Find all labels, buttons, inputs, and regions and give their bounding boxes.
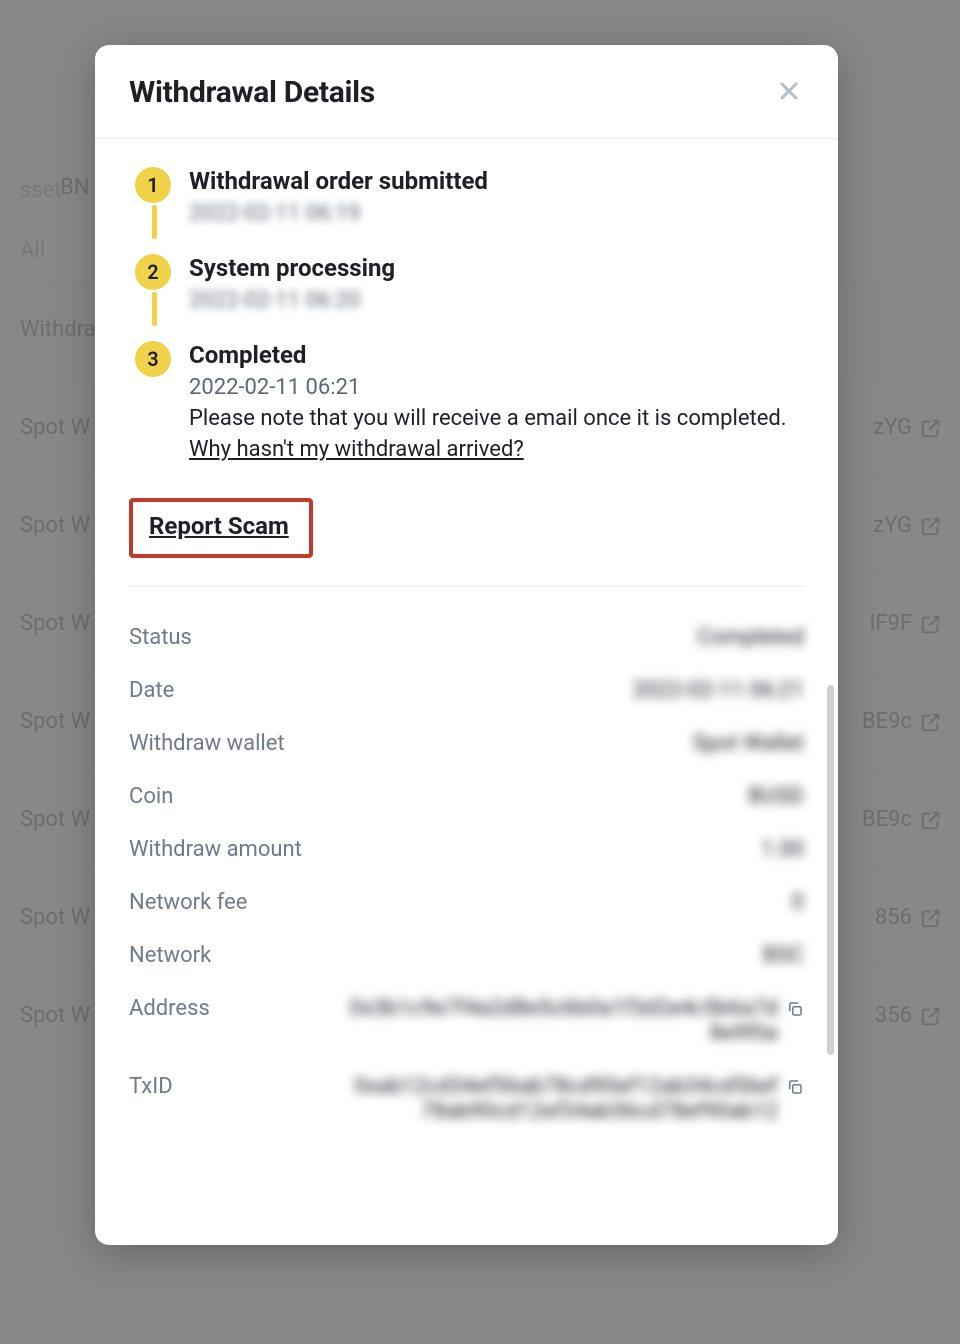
step-badge: 2	[135, 254, 171, 290]
detail-date: Date 2022-02-11 06:21	[129, 664, 804, 717]
detail-value: 1.00	[761, 837, 804, 862]
step-time: 2022-02-11 06:20	[189, 288, 804, 313]
step-note: Please note that you will receive a emai…	[189, 404, 804, 435]
detail-label: Status	[129, 625, 192, 650]
detail-value: BUSD	[749, 784, 804, 809]
step-title: System processing	[189, 254, 804, 282]
detail-value: BSC	[763, 943, 804, 968]
detail-value: 0	[792, 890, 804, 915]
bg-row-right: zYG	[873, 513, 912, 538]
step-badge: 3	[135, 341, 171, 377]
bg-row-right: BE9c	[862, 807, 912, 832]
step-title: Completed	[189, 341, 804, 369]
detail-network: Network BSC	[129, 929, 804, 982]
close-icon	[777, 79, 801, 107]
timeline-step-1: 1 Withdrawal order submitted 2022-02-11 …	[189, 167, 804, 226]
bg-coin-hint: BN	[60, 175, 89, 200]
detail-label: Coin	[129, 784, 173, 809]
detail-label: Withdraw wallet	[129, 731, 285, 756]
bg-row-left: Spot W	[20, 905, 90, 930]
bg-row-right: BE9c	[862, 709, 912, 734]
detail-network-fee: Network fee 0	[129, 876, 804, 929]
bg-row-right: zYG	[873, 415, 912, 440]
detail-value: 2022-02-11 06:21	[633, 678, 804, 703]
detail-value: Spot Wallet	[693, 731, 804, 756]
details-list: Status Completed Date 2022-02-11 06:21 W…	[129, 611, 804, 1138]
step-time: 2022-02-11 06:21	[189, 375, 804, 400]
timeline: 1 Withdrawal order submitted 2022-02-11 …	[129, 167, 804, 462]
detail-label: Withdraw amount	[129, 837, 302, 862]
withdrawal-details-modal: Withdrawal Details 1 Withdrawal order su…	[95, 45, 838, 1245]
detail-coin: Coin BUSD	[129, 770, 804, 823]
detail-address: Address 0x3b1c9e7f4a2d8e5c6b0a1f3d2e4c5b…	[129, 982, 804, 1060]
detail-status: Status Completed	[129, 611, 804, 664]
divider	[129, 586, 804, 587]
timeline-connector	[152, 205, 157, 239]
detail-txid: TxID 0xab12cd34ef56ab78cd90ef12ab34cd56e…	[129, 1060, 804, 1138]
copy-icon[interactable]	[786, 996, 804, 1018]
close-button[interactable]	[774, 78, 804, 108]
external-link-icon[interactable]	[920, 417, 942, 439]
bg-row-right: 856	[875, 905, 912, 930]
bg-row-left: Spot W	[20, 513, 90, 538]
bg-row-left: Spot W	[20, 415, 90, 440]
withdrawal-faq-link[interactable]: Why hasn't my withdrawal arrived?	[189, 437, 524, 462]
detail-label: TxID	[129, 1074, 173, 1099]
detail-label: Network	[129, 943, 211, 968]
timeline-connector	[152, 292, 157, 326]
detail-label: Network fee	[129, 890, 247, 915]
detail-value: Completed	[697, 625, 804, 650]
detail-withdraw-amount: Withdraw amount 1.00	[129, 823, 804, 876]
report-scam-highlight: Report Scam	[129, 498, 313, 558]
modal-body: 1 Withdrawal order submitted 2022-02-11 …	[95, 139, 838, 1245]
external-link-icon[interactable]	[920, 809, 942, 831]
detail-value: 0x3b1c9e7f4a2d8e5c6b0a1f3d2e4c5b6a7d8e9f…	[344, 996, 778, 1046]
modal-header: Withdrawal Details	[95, 45, 838, 139]
step-title: Withdrawal order submitted	[189, 167, 804, 195]
bg-filter-all[interactable]: All	[20, 238, 45, 263]
step-time: 2022-02-11 06:19	[189, 201, 804, 226]
bg-row-left: Spot W	[20, 611, 90, 636]
bg-row-left: Spot W	[20, 807, 90, 832]
external-link-icon[interactable]	[920, 711, 942, 733]
external-link-icon[interactable]	[920, 1005, 942, 1027]
detail-label: Date	[129, 678, 174, 703]
bg-row-left: Spot W	[20, 1003, 90, 1028]
external-link-icon[interactable]	[920, 907, 942, 929]
bg-row-right: 356	[875, 1003, 912, 1028]
external-link-icon[interactable]	[920, 515, 942, 537]
scrollbar[interactable]	[827, 685, 834, 1055]
detail-value: 0xab12cd34ef56ab78cd90ef12ab34cd56ef78ab…	[344, 1074, 778, 1124]
detail-label: Address	[129, 996, 210, 1021]
external-link-icon[interactable]	[920, 613, 942, 635]
timeline-step-2: 2 System processing 2022-02-11 06:20	[189, 254, 804, 313]
bg-col-header-text: sset	[20, 178, 62, 203]
bg-row-left: Spot W	[20, 709, 90, 734]
detail-withdraw-wallet: Withdraw wallet Spot Wallet	[129, 717, 804, 770]
report-scam-link[interactable]: Report Scam	[149, 512, 289, 540]
copy-icon[interactable]	[786, 1074, 804, 1096]
timeline-step-3: 3 Completed 2022-02-11 06:21 Please note…	[189, 341, 804, 462]
step-badge: 1	[135, 167, 171, 203]
bg-row-right: IF9F	[869, 611, 912, 636]
modal-title: Withdrawal Details	[129, 75, 375, 110]
